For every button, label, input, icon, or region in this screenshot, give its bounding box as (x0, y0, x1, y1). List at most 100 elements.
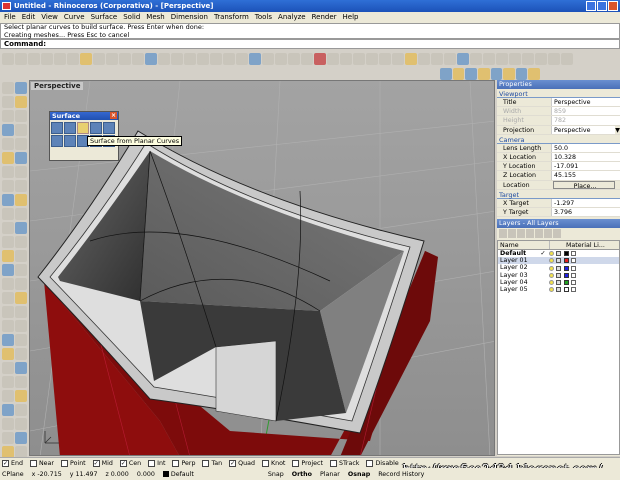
toolbar-button-icon[interactable] (2, 53, 14, 65)
menu-item-help[interactable]: Help (343, 12, 359, 23)
toolbar-button-icon[interactable] (93, 53, 105, 65)
main-tool-icon[interactable] (2, 306, 14, 318)
rectangular-plane-icon[interactable] (90, 122, 102, 134)
material-swatch[interactable] (571, 258, 576, 264)
toolbar-button-icon[interactable] (275, 53, 287, 65)
material-swatch[interactable] (571, 279, 576, 285)
checkbox-icon[interactable] (172, 459, 180, 467)
toolbar-button-icon[interactable] (379, 53, 391, 65)
toolbar-button-icon[interactable] (210, 53, 222, 65)
main-tool-icon[interactable] (15, 138, 27, 150)
main-tool-icon[interactable] (15, 292, 27, 304)
new-sublayer-icon[interactable] (508, 229, 516, 239)
toolbar-button-icon[interactable] (561, 53, 573, 65)
main-tool-icon[interactable] (2, 82, 14, 94)
lock-icon[interactable] (556, 279, 561, 285)
main-tool-icon[interactable] (2, 222, 14, 234)
menu-item-file[interactable]: File (4, 12, 16, 23)
toolbar-button-icon[interactable] (366, 53, 378, 65)
menu-item-curve[interactable]: Curve (64, 12, 85, 23)
main-tool-icon[interactable] (15, 362, 27, 374)
chevron-down-icon[interactable]: ▼ (615, 126, 620, 134)
toolbar-button-icon[interactable] (444, 53, 456, 65)
current-layer[interactable]: Default (171, 471, 268, 478)
toolbar-button-icon[interactable] (548, 53, 560, 65)
main-tool-icon[interactable] (15, 348, 27, 360)
main-tool-icon[interactable] (15, 152, 27, 164)
toolbar-button-icon[interactable] (457, 53, 469, 65)
ortho-pane[interactable]: Ortho (292, 471, 320, 478)
layer-row[interactable]: Default ✓ (498, 250, 619, 257)
osnap-strack[interactable]: STrack (329, 459, 359, 467)
toolbar-button-icon[interactable] (223, 53, 235, 65)
toolbar-button-icon[interactable] (288, 53, 300, 65)
property-value[interactable]: -17.091 (551, 162, 620, 171)
light-bulb-icon[interactable] (549, 272, 554, 278)
osnap-near[interactable]: Near (29, 459, 54, 467)
menu-item-view[interactable]: View (41, 12, 58, 23)
material-swatch[interactable] (571, 287, 576, 293)
main-tool-icon[interactable] (2, 418, 14, 430)
main-tool-icon[interactable] (2, 110, 14, 122)
toolbar-button-icon[interactable] (431, 53, 443, 65)
toolbar-button-icon[interactable] (405, 53, 417, 65)
main-tool-icon[interactable] (15, 194, 27, 206)
toolbar-button-icon[interactable] (171, 53, 183, 65)
toolbar-button-icon[interactable] (314, 53, 326, 65)
toolbar-button-icon[interactable] (496, 53, 508, 65)
sweep-icon[interactable] (64, 135, 76, 147)
layer-color-swatch[interactable] (564, 251, 569, 257)
toolbar-button-icon[interactable] (262, 53, 274, 65)
main-tool-icon[interactable] (2, 292, 14, 304)
toolbar-button-icon[interactable] (15, 53, 27, 65)
close-button[interactable] (608, 1, 618, 11)
property-value[interactable]: 3.796 (551, 207, 620, 217)
menu-item-surface[interactable]: Surface (91, 12, 118, 23)
record-history-pane[interactable]: Record History (378, 471, 432, 478)
delete-layer-icon[interactable] (517, 229, 525, 239)
toolbar-button-icon[interactable] (340, 53, 352, 65)
checkbox-icon[interactable] (202, 459, 210, 467)
material-column-header[interactable]: Material Li... (550, 241, 619, 249)
light-bulb-icon[interactable] (549, 258, 554, 264)
main-tool-icon[interactable] (2, 264, 14, 276)
checkbox-icon[interactable]: ✓ (92, 459, 100, 467)
palette-title-bar[interactable]: Surface × (50, 112, 118, 120)
main-tool-icon[interactable] (2, 404, 14, 416)
main-tool-icon[interactable] (15, 306, 27, 318)
checkbox-icon[interactable] (148, 459, 156, 467)
minimize-button[interactable] (586, 1, 596, 11)
osnap-quad[interactable]: ✓ Quad (229, 459, 255, 467)
main-tool-icon[interactable] (2, 208, 14, 220)
main-tool-icon[interactable] (2, 138, 14, 150)
toolbar-button-icon[interactable] (418, 53, 430, 65)
checkbox-icon[interactable] (366, 459, 374, 467)
render-tool-icon[interactable] (490, 68, 503, 80)
light-bulb-icon[interactable] (549, 265, 554, 271)
main-tool-icon[interactable] (2, 376, 14, 388)
light-bulb-icon[interactable] (549, 251, 554, 257)
checkbox-icon[interactable] (29, 459, 37, 467)
menu-item-analyze[interactable]: Analyze (278, 12, 306, 23)
render-tool-icon[interactable] (440, 68, 452, 80)
main-tool-icon[interactable] (2, 166, 14, 178)
layer-color-swatch[interactable] (564, 265, 569, 271)
render-tool-icon[interactable] (528, 68, 540, 80)
render-tool-icon[interactable] (503, 68, 515, 80)
main-tool-icon[interactable] (15, 222, 27, 234)
menu-item-solid[interactable]: Solid (123, 12, 140, 23)
planar-pane[interactable]: Planar (320, 471, 348, 478)
main-tool-icon[interactable] (15, 376, 27, 388)
toolbar-button-icon[interactable] (392, 53, 404, 65)
surface-from-points-icon[interactable] (51, 122, 63, 134)
light-bulb-icon[interactable] (549, 287, 554, 293)
checkbox-icon[interactable] (261, 459, 269, 467)
main-tool-icon[interactable] (15, 110, 27, 122)
main-tool-icon[interactable] (2, 236, 14, 248)
osnap-end[interactable]: ✓ End (2, 459, 23, 467)
menu-item-transform[interactable]: Transform (214, 12, 249, 23)
surface-from-planar-curves-icon[interactable] (77, 122, 89, 134)
checkbox-icon[interactable]: ✓ (2, 459, 9, 467)
main-tool-icon[interactable] (2, 250, 14, 262)
checkbox-icon[interactable]: ✓ (119, 459, 127, 467)
